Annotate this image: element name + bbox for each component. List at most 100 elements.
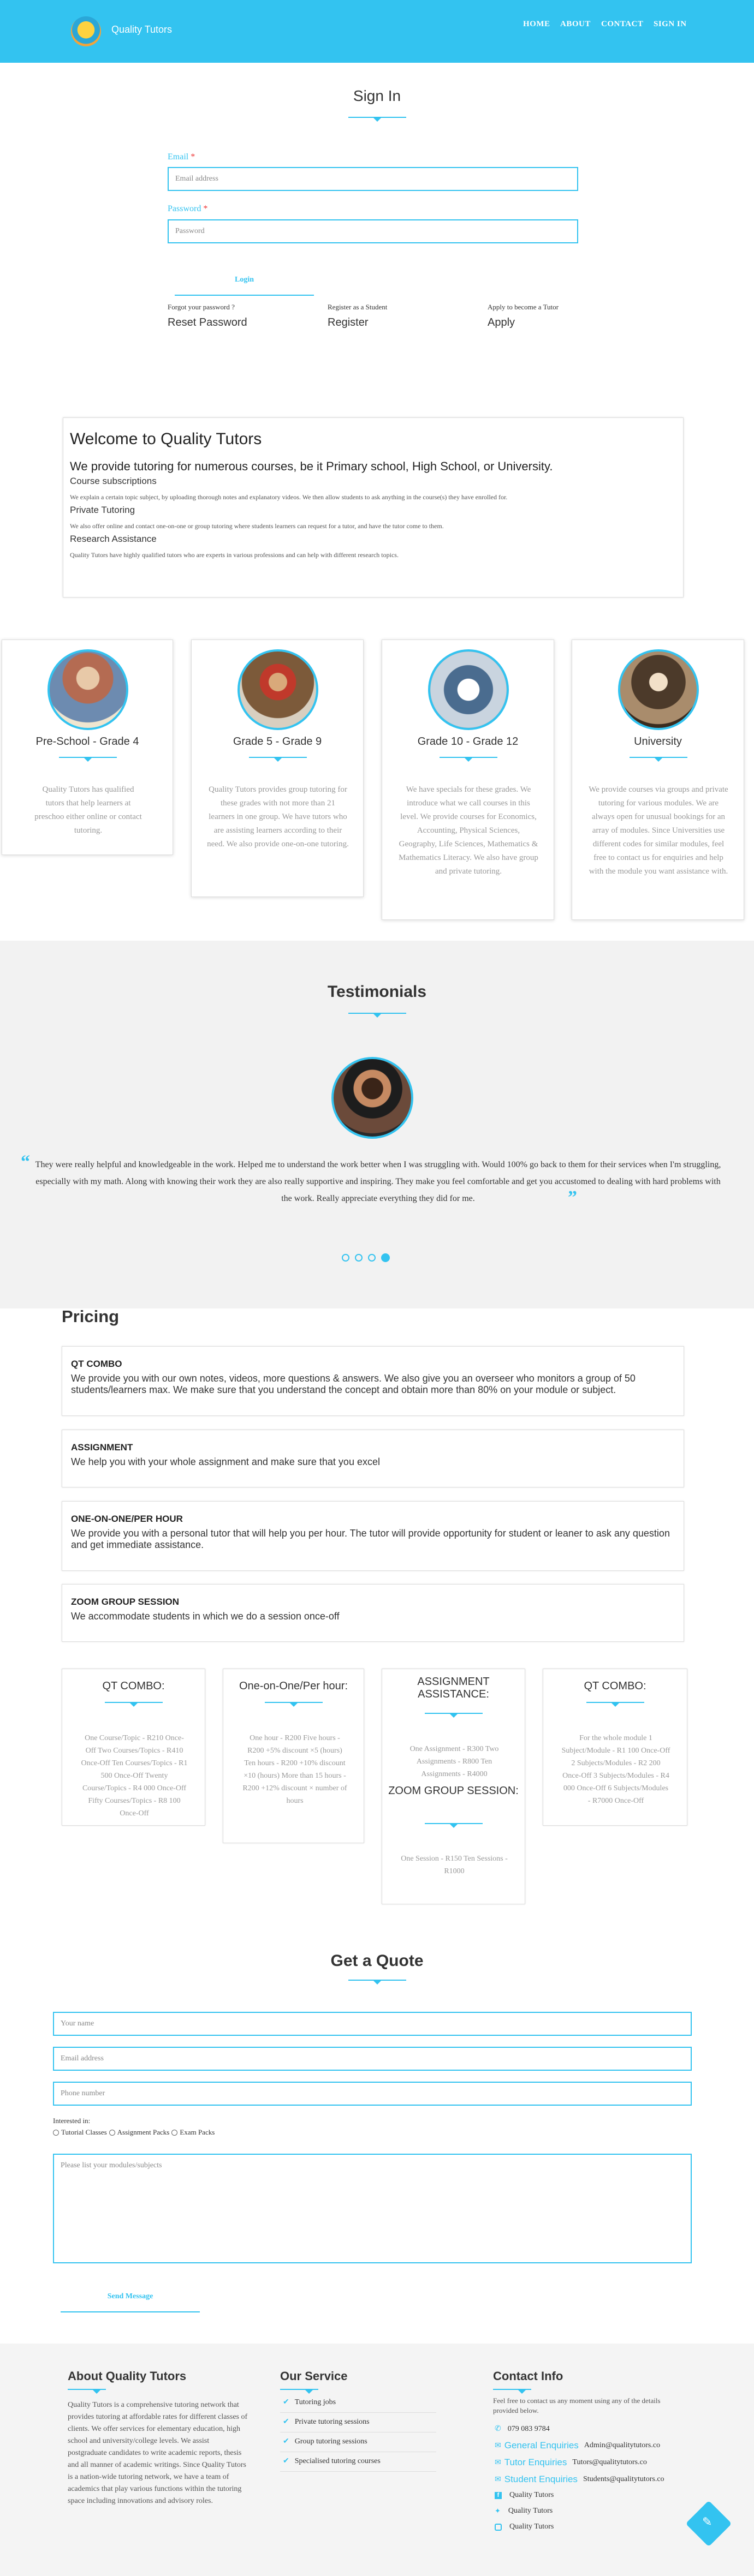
twitter-link[interactable]: ✦ Quality Tutors [495, 2507, 553, 2515]
site-header: Quality Tutors HOME ABOUT CONTACT SIGN I… [0, 0, 754, 63]
pricing-box: ASSIGNMENT We help you with your whole a… [62, 1430, 684, 1487]
quote-name-field[interactable]: Your name [53, 2012, 692, 2036]
contact-phone[interactable]: ✆ 079 083 9784 [495, 2424, 550, 2434]
pricing-box: QT COMBO We provide you with our own not… [62, 1346, 684, 1416]
quote-close-icon: ” [568, 1187, 577, 1208]
price-card: QT COMBO: For the whole module 1 Subject… [543, 1669, 687, 1826]
level-card-preschool: Pre-School - Grade 4 Quality Tutors has … [2, 639, 173, 855]
service-item[interactable]: ✔ Group tutoring sessions [283, 2437, 367, 2446]
signin-title: Sign In [353, 87, 401, 104]
quote-email-field[interactable]: Email address [53, 2047, 692, 2071]
brand-name[interactable]: Quality Tutors [111, 24, 172, 35]
footer-contact-title: Contact Info [493, 2369, 563, 2383]
radio-exam[interactable] [171, 2129, 178, 2136]
quote-open-icon: “ [21, 1152, 30, 1172]
pricing-box-title: ZOOM GROUP SESSION [71, 1597, 180, 1607]
welcome-item-heading: Research Assistance [70, 534, 157, 544]
level-title: Grade 5 - Grade 9 [233, 736, 322, 748]
footer-about-text: Quality Tutors is a comprehensive tutori… [68, 2401, 248, 2505]
level-title: University [634, 736, 682, 748]
option-label: Assignment Packs [117, 2128, 170, 2136]
nav-sign-in[interactable]: SIGN IN [654, 20, 687, 29]
title-underline [249, 757, 307, 762]
interest-options: Tutorial Classes Assignment Packs Exam P… [53, 2128, 215, 2137]
scroll-top-icon: ✎ [702, 2515, 713, 2529]
nav-home[interactable]: HOME [523, 20, 550, 29]
price-card: ASSIGNMENT ASSISTANCE: One Assignment - … [382, 1669, 525, 1904]
contact-email[interactable]: ✉ Tutor Enquiries Tutors@qualitytutors.co [495, 2457, 647, 2468]
facebook-link[interactable]: f Quality Tutors [495, 2491, 554, 2500]
carousel-dot[interactable] [342, 1254, 349, 1262]
level-card-university: University We provide courses via groups… [572, 639, 744, 920]
register-link[interactable]: Register [328, 316, 368, 329]
service-item[interactable]: ✔ Tutoring jobs [283, 2398, 336, 2407]
price-card-text: One Assignment - R300 Two Assignments - … [409, 1745, 499, 1778]
phone-icon: ✆ [495, 2425, 501, 2433]
level-text: We have specials for these grades. We in… [399, 785, 538, 876]
send-message-button[interactable]: Send Message [61, 2287, 200, 2312]
testimonial-quote: They were really helpful and knowledgeab… [35, 1160, 721, 1203]
welcome-title: Welcome to Quality Tutors [70, 430, 262, 448]
divider [280, 2412, 436, 2413]
welcome-item-heading: Course subscriptions [70, 476, 157, 486]
quote-title: Get a Quote [330, 1952, 424, 1970]
forgot-caption: Forgot your password ? [168, 303, 235, 311]
level-title: Pre-School - Grade 4 [35, 736, 139, 748]
title-underline [440, 757, 497, 762]
welcome-item-heading: Private Tutoring [70, 505, 135, 515]
title-underline [425, 1823, 483, 1828]
logo-icon[interactable] [71, 16, 101, 46]
title-underline [630, 757, 687, 762]
title-underline [348, 1980, 406, 1985]
level-title: Grade 10 - Grade 12 [417, 736, 519, 748]
apply-caption: Apply to become a Tutor [488, 303, 559, 311]
nav-contact[interactable]: CONTACT [601, 20, 643, 29]
contact-email[interactable]: ✉ Student Enquiries Students@qualitytutors… [495, 2474, 664, 2485]
price-card-text: One hour - R200 Five hours - R200 +5% di… [242, 1734, 347, 1805]
reset-password-link[interactable]: Reset Password [168, 316, 247, 329]
divider [280, 2471, 436, 2472]
contact-intro: Feel free to contact us any moment using… [493, 2396, 661, 2414]
pricing-box-text: We accommodate students in which we do a… [71, 1611, 340, 1622]
quote-phone-field[interactable]: Phone number [53, 2082, 692, 2106]
radio-tutorial[interactable] [53, 2129, 59, 2136]
apply-link[interactable]: Apply [488, 316, 515, 329]
carousel-dot[interactable] [368, 1254, 376, 1262]
level-card-grade5: Grade 5 - Grade 9 Quality Tutors provide… [191, 639, 364, 897]
instagram-link[interactable]: Quality Tutors [495, 2523, 554, 2531]
welcome-item-text: Quality Tutors have highly qualified tut… [70, 551, 399, 559]
service-item[interactable]: ✔ Specialised tutoring courses [283, 2457, 381, 2466]
title-underline [68, 2389, 106, 2394]
check-icon: ✔ [283, 2418, 289, 2426]
pricing-box-text: We provide you with our own notes, video… [71, 1373, 636, 1395]
service-item[interactable]: ✔ Private tutoring sessions [283, 2417, 370, 2426]
email-field[interactable]: Email address [168, 167, 578, 191]
password-field[interactable]: Password [168, 219, 578, 243]
title-underline [586, 1702, 644, 1707]
title-underline [425, 1713, 483, 1718]
price-card-text: One Course/Topic - R210 Once-Off Two Cou… [81, 1734, 188, 1818]
instagram-icon [495, 2523, 502, 2531]
welcome-lead: We provide tutoring for numerous courses… [70, 459, 553, 473]
facebook-icon: f [495, 2491, 502, 2499]
interested-label: Interested in: [53, 2117, 91, 2125]
title-underline [59, 757, 117, 762]
nav-about[interactable]: ABOUT [560, 20, 591, 29]
price-card-subtitle: ZOOM GROUP SESSION: [388, 1785, 519, 1797]
title-underline [348, 117, 406, 122]
carousel-dot[interactable] [355, 1254, 363, 1262]
password-label: Password * [168, 204, 208, 213]
pricing-box: ZOOM GROUP SESSION We accommodate studen… [62, 1584, 684, 1642]
price-card-text: One Session - R150 Ten Sessions - R1000 [401, 1855, 508, 1875]
contact-email[interactable]: ✉ General Enquiries Admin@qualitytutors.co [495, 2440, 660, 2451]
twitter-icon: ✦ [495, 2507, 501, 2515]
quote-message-field[interactable]: Please list your modules/subjects [53, 2154, 692, 2263]
radio-assignment[interactable] [109, 2129, 115, 2136]
check-icon: ✔ [283, 2457, 289, 2465]
email-icon: ✉ [495, 2475, 501, 2484]
login-button[interactable]: Login [175, 271, 314, 296]
option-label: Exam Packs [180, 2128, 215, 2136]
footer-about-title: About Quality Tutors [68, 2369, 187, 2383]
testimonials-title: Testimonials [327, 983, 427, 1001]
carousel-dot-active[interactable] [381, 1253, 390, 1262]
